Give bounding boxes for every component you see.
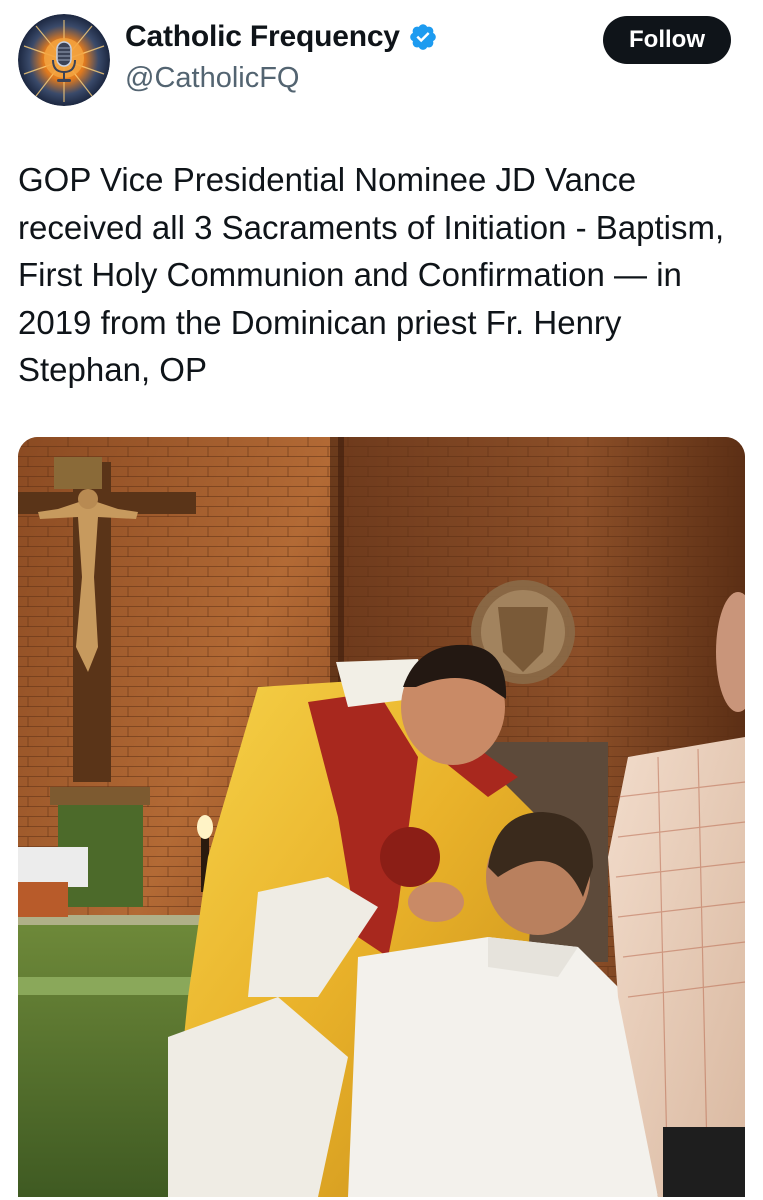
photo-illustration [18,437,745,1197]
follow-button[interactable]: Follow [603,16,731,64]
tweet-media-photo[interactable] [18,437,745,1197]
author-display-name[interactable]: Catholic Frequency [125,20,400,54]
avatar[interactable] [18,14,110,106]
microphone-sunburst-icon [18,14,110,106]
author-handle[interactable]: @CatholicFQ [125,62,299,95]
verified-badge-icon [408,22,438,52]
tweet-text: GOP Vice Presidential Nominee JD Vance r… [18,161,725,388]
tweet-card: Catholic Frequency @CatholicFQ Follow GO… [0,0,763,1200]
author-name-row[interactable]: Catholic Frequency [125,20,438,54]
